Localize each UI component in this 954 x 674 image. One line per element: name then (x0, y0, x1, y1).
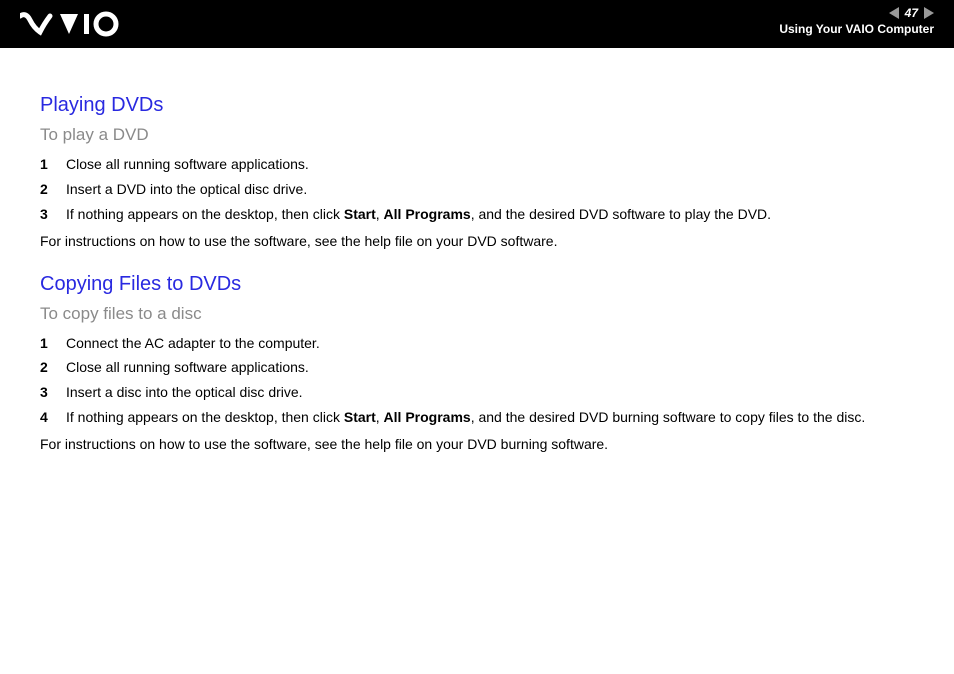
step-text: Close all running software applications. (66, 155, 914, 174)
step-text: Close all running software applications. (66, 358, 914, 377)
step-text: If nothing appears on the desktop, then … (66, 205, 914, 224)
step-list: 1 Close all running software application… (40, 155, 914, 224)
step-number: 2 (40, 180, 66, 199)
step-text: Connect the AC adapter to the computer. (66, 334, 914, 353)
page-nav: 47 Using Your VAIO Computer (779, 6, 934, 36)
step-item: 2 Close all running software application… (40, 358, 914, 377)
section-subtitle: To play a DVD (40, 125, 914, 145)
section-title: Playing DVDs (40, 94, 914, 117)
section-subtitle: To copy files to a disc (40, 304, 914, 324)
page-number: 47 (905, 6, 918, 20)
step-item: 3 Insert a disc into the optical disc dr… (40, 383, 914, 402)
step-text: Insert a disc into the optical disc driv… (66, 383, 914, 402)
page-header: 47 Using Your VAIO Computer (0, 0, 954, 48)
step-number: 3 (40, 205, 66, 224)
step-text: If nothing appears on the desktop, then … (66, 408, 914, 427)
step-number: 3 (40, 383, 66, 402)
step-text: Insert a DVD into the optical disc drive… (66, 180, 914, 199)
next-page-icon[interactable] (924, 7, 934, 19)
step-number: 1 (40, 155, 66, 174)
step-item: 2 Insert a DVD into the optical disc dri… (40, 180, 914, 199)
step-item: 4 If nothing appears on the desktop, the… (40, 408, 914, 427)
section-note: For instructions on how to use the softw… (40, 435, 914, 454)
page-content: Playing DVDs To play a DVD 1 Close all r… (0, 48, 954, 454)
step-item: 1 Connect the AC adapter to the computer… (40, 334, 914, 353)
step-number: 4 (40, 408, 66, 427)
step-number: 1 (40, 334, 66, 353)
step-item: 1 Close all running software application… (40, 155, 914, 174)
step-item: 3 If nothing appears on the desktop, the… (40, 205, 914, 224)
step-list: 1 Connect the AC adapter to the computer… (40, 334, 914, 428)
section-note: For instructions on how to use the softw… (40, 232, 914, 251)
breadcrumb: Using Your VAIO Computer (779, 22, 934, 36)
prev-page-icon[interactable] (889, 7, 899, 19)
section-title: Copying Files to DVDs (40, 273, 914, 296)
step-number: 2 (40, 358, 66, 377)
vaio-logo (20, 10, 130, 41)
